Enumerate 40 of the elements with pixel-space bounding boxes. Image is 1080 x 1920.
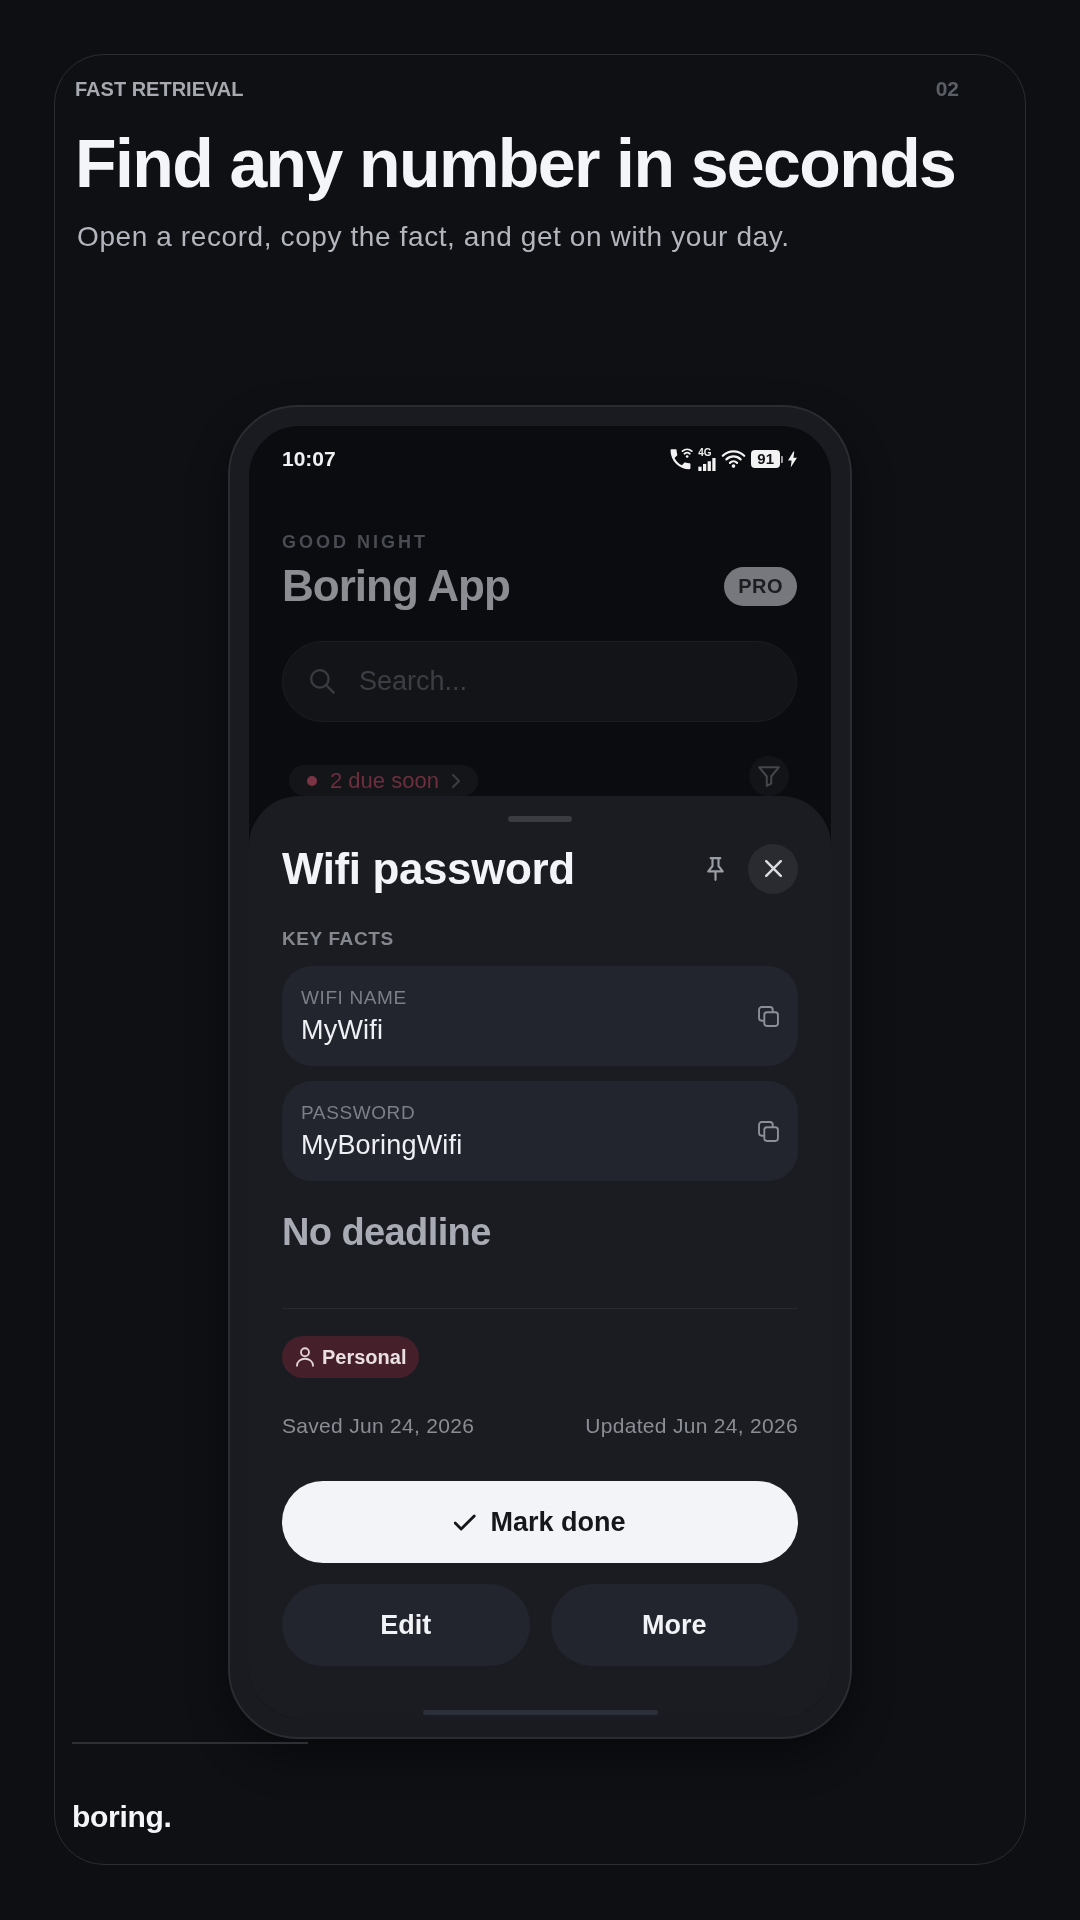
action-button[interactable]: More — [550, 1584, 798, 1666]
check-icon — [454, 1513, 477, 1531]
drag-handle[interactable] — [508, 816, 572, 822]
greeting-text: GOOD NIGHT — [282, 531, 428, 553]
deadline-text: No deadline — [282, 1210, 491, 1255]
subheadline: Open a record, copy the fact, and get on with your day. — [77, 220, 790, 254]
fact-value: MyWifi — [301, 1013, 384, 1047]
chevron-icon — [451, 773, 460, 788]
tag-label: Personal — [322, 1345, 407, 1369]
status-time: 10:07 — [282, 446, 336, 472]
status-dot-icon — [307, 775, 317, 786]
app-title: Boring App — [282, 560, 510, 612]
action-button[interactable]: Edit — [282, 1584, 530, 1666]
filter-icon — [758, 765, 780, 787]
page-number: 02 — [935, 77, 959, 101]
saved-date: Saved Jun 24, 2026 — [282, 1414, 475, 1438]
brand-logo: boring. — [72, 1798, 172, 1835]
fact-label: WIFI NAME — [301, 985, 407, 1009]
wifi-icon — [721, 450, 747, 468]
signal-icon — [698, 457, 717, 471]
close-button[interactable] — [748, 843, 798, 894]
close-icon — [764, 860, 782, 877]
section-label: FAST RETRIEVAL — [75, 77, 244, 101]
section-heading: KEY FACTS — [282, 927, 394, 950]
headline: Find any number in seconds — [75, 126, 956, 201]
charging-bolt-icon — [788, 450, 797, 468]
fact-label: PASSWORD — [301, 1100, 416, 1124]
person-icon — [296, 1347, 314, 1367]
network-type: 4G — [698, 447, 712, 458]
search-icon — [310, 669, 335, 694]
pin-icon[interactable] — [707, 856, 724, 881]
battery-indicator: 91 — [751, 450, 783, 468]
sheet-title: Wifi password — [282, 843, 575, 894]
updated-date: Updated Jun 24, 2026 — [585, 1414, 798, 1438]
primary-action-button[interactable]: Mark done — [282, 1481, 798, 1563]
copy-icon[interactable] — [758, 1005, 779, 1027]
copy-icon[interactable] — [758, 1120, 779, 1142]
pro-badge: PRO — [724, 566, 797, 606]
phone-wifi-icon — [670, 448, 694, 470]
fact-value: MyBoringWifi — [301, 1128, 463, 1162]
